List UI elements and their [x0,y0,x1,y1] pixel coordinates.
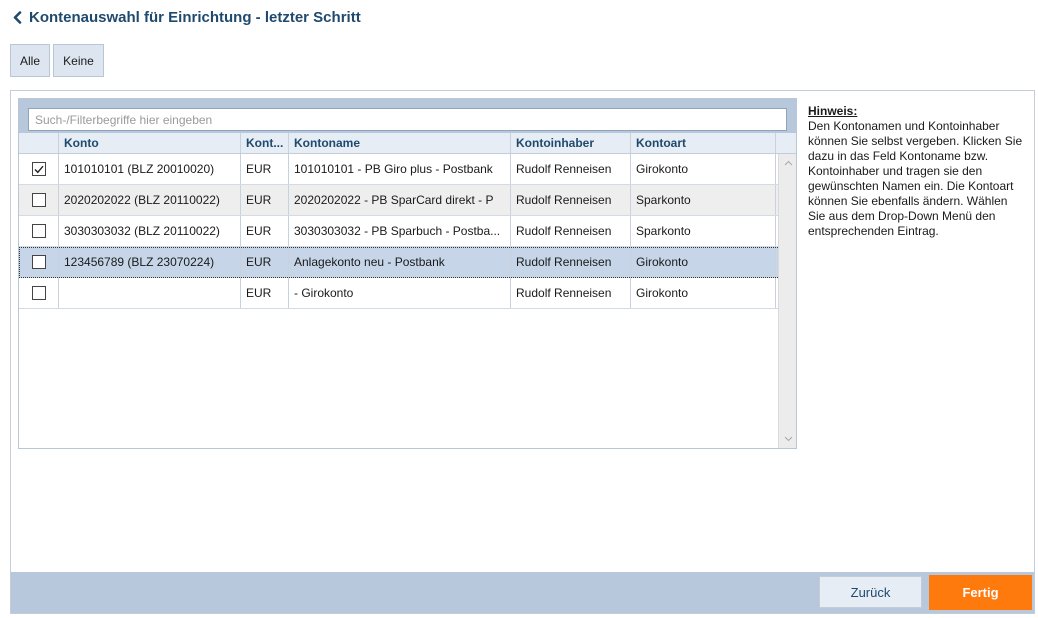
cell-kontoart[interactable]: Sparkonto [631,185,776,215]
cell-konto: 2020202022 (BLZ 20110022) [59,185,241,215]
column-header-kontoart[interactable]: Kontoart [631,133,776,153]
row-select-cell [19,154,59,184]
cell-konto: 123456789 (BLZ 23070224) [59,247,241,277]
page-header: Kontenauswahl für Einrichtung - letzter … [10,6,361,28]
column-header-kontoname[interactable]: Kontoname [289,133,511,153]
checkmark-icon [34,165,44,173]
vertical-scrollbar[interactable] [778,154,796,448]
hint-box: Hinweis: Den Kontonamen und Kontoinhaber… [808,104,1023,239]
cell-waehrung: EUR [241,278,289,308]
table-header-row: Konto Kont... Kontoname Kontoinhaber Kon… [19,133,796,154]
cell-kontoart[interactable]: Sparkonto [631,216,776,246]
cell-kontoinhaber[interactable]: Rudolf Renneisen [511,216,631,246]
select-none-button[interactable]: Keine [53,44,104,77]
column-header-select [19,133,59,153]
cell-waehrung: EUR [241,154,289,184]
table-row[interactable]: 123456789 (BLZ 23070224) EUR Anlagekonto n… [19,247,796,278]
cell-konto: 101010101 (BLZ 20010020) [59,154,241,184]
hint-text: Den Kontonamen und Kontoinhaber können S… [808,119,1023,238]
cell-kontoart[interactable]: Girokonto [631,278,776,308]
table-row[interactable]: EUR - Girokonto Rudolf Renneisen Girokonto [19,278,796,309]
cell-kontoinhaber[interactable]: Rudolf Renneisen [511,185,631,215]
row-checkbox[interactable] [31,193,46,207]
scroll-down-icon[interactable] [782,434,794,444]
search-bar [19,99,796,133]
cell-kontoname[interactable]: - Girokonto [289,278,511,308]
cell-waehrung: EUR [241,216,289,246]
page-title: Kontenauswahl für Einrichtung - letzter … [29,8,361,26]
column-header-kontoinhaber[interactable]: Kontoinhaber [511,133,631,153]
row-select-cell [19,185,59,215]
cell-konto: 3030303032 (BLZ 20110022) [59,216,241,246]
back-button[interactable]: Zurück [819,576,922,608]
main-panel: Konto Kont... Kontoname Kontoinhaber Kon… [10,90,1035,614]
column-header-konto[interactable]: Konto [59,133,241,153]
cell-waehrung: EUR [241,185,289,215]
row-checkbox[interactable] [31,286,46,300]
row-checkbox[interactable] [31,162,46,176]
cell-kontoinhaber[interactable]: Rudolf Renneisen [511,154,631,184]
accounts-table: Konto Kont... Kontoname Kontoinhaber Kon… [18,98,797,449]
cell-kontoinhaber[interactable]: Rudolf Renneisen [511,247,631,277]
finish-button[interactable]: Fertig [929,575,1032,610]
cell-kontoname[interactable]: 101010101 - PB Giro plus - Postbank [289,154,511,184]
column-header-waehrung[interactable]: Kont... [241,133,289,153]
footer-bar: Zurück Fertig [11,572,1034,613]
cell-kontoinhaber[interactable]: Rudolf Renneisen [511,278,631,308]
scroll-up-icon[interactable] [782,158,794,168]
table-row[interactable]: 3030303032 (BLZ 20110022) EUR 3030303032 -… [19,216,796,247]
cell-kontoname[interactable]: 2020202022 - PB SparCard direkt - P [289,185,511,215]
row-select-cell [19,247,59,277]
row-checkbox[interactable] [31,224,46,238]
hint-title: Hinweis: [808,104,858,118]
search-input[interactable] [28,108,787,131]
select-all-button[interactable]: Alle [10,44,50,77]
cell-kontoart[interactable]: Girokonto [631,247,776,277]
cell-kontoname[interactable]: Anlagekonto neu - Postbank [289,247,511,277]
row-select-cell [19,278,59,308]
table-row[interactable]: 101010101 (BLZ 20010020) EUR 101010101 - P… [19,154,796,185]
cell-kontoname[interactable]: 3030303032 - PB Sparbuch - Postba... [289,216,511,246]
accounts-grid: Konto Kont... Kontoname Kontoinhaber Kon… [19,133,796,309]
row-checkbox[interactable] [31,255,46,269]
cell-waehrung: EUR [241,247,289,277]
cell-konto [59,278,241,308]
cell-kontoart[interactable]: Girokonto [631,154,776,184]
table-row[interactable]: 2020202022 (BLZ 20110022) EUR 2020202022 -… [19,185,796,216]
chevron-left-icon[interactable] [10,7,24,27]
row-select-cell [19,216,59,246]
